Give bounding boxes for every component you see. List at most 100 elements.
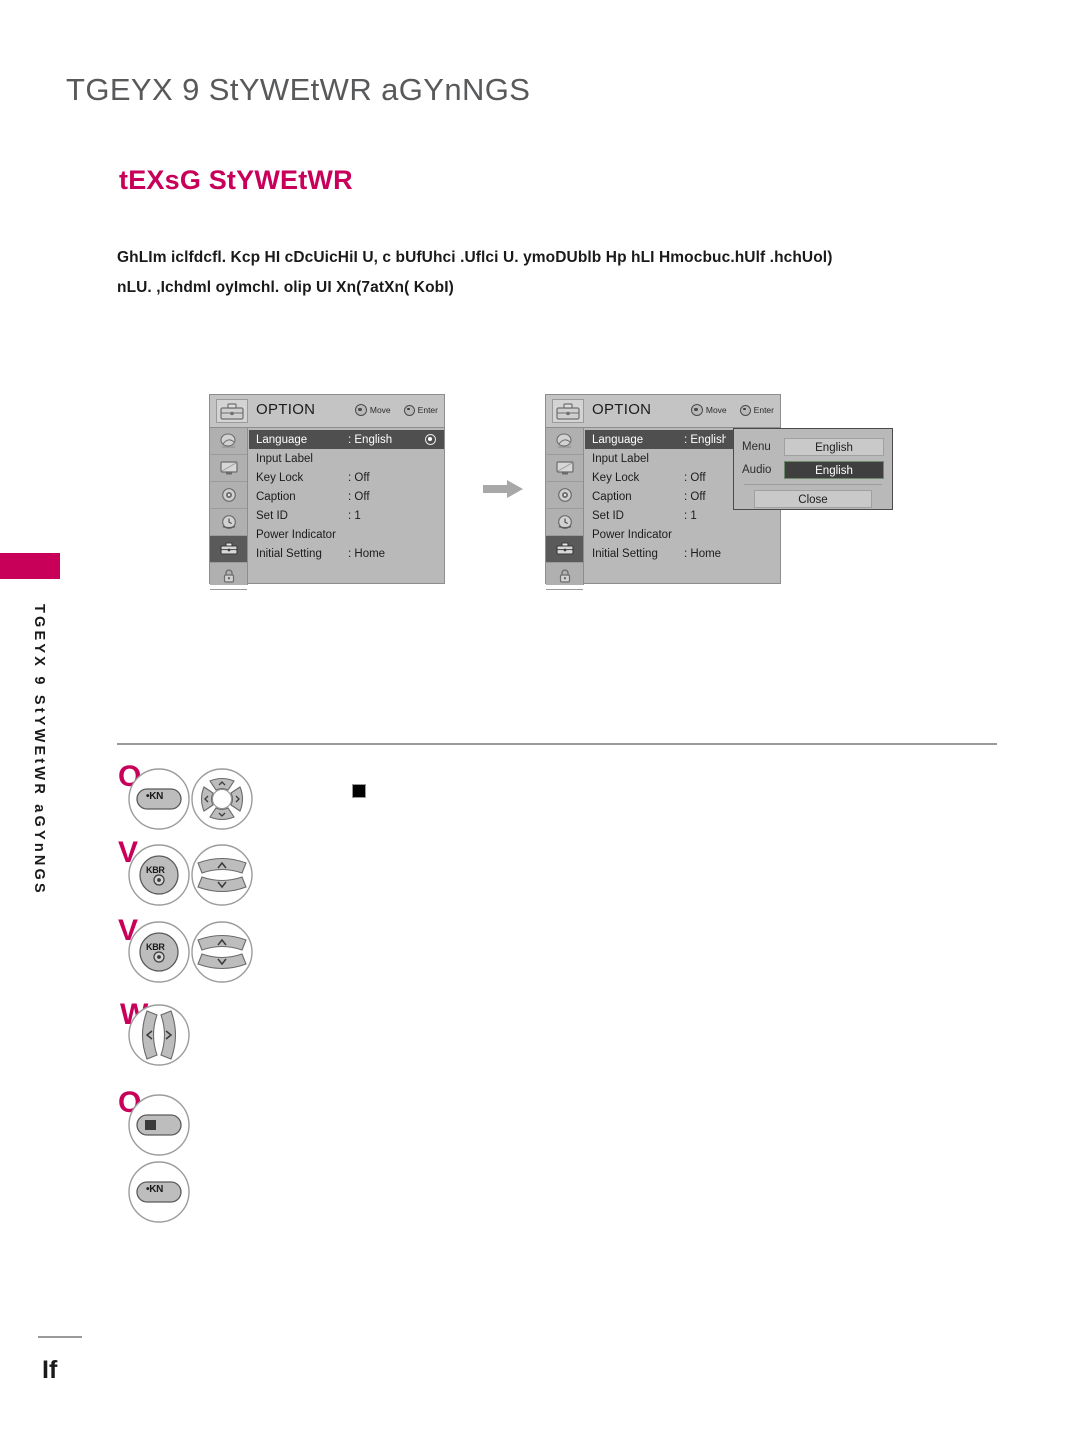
osd-hint-move: Move xyxy=(354,404,391,416)
time-icon-glyph xyxy=(219,514,239,530)
osd-hints-2: Move Enter xyxy=(690,404,774,416)
osd-row-value: : 1 xyxy=(348,509,361,522)
osd-header: OPTION Move Enter xyxy=(210,395,444,428)
osd-row-label: Power Indicator xyxy=(592,528,672,541)
osd-row-label: Input Label xyxy=(256,452,313,465)
audio-icon[interactable] xyxy=(210,482,247,509)
remote-enter-button-label-2: KBR xyxy=(146,942,165,952)
lock-icon-glyph xyxy=(219,568,239,584)
language-audio-row: Audio English xyxy=(742,459,884,480)
osd-hints: Move Enter xyxy=(354,404,438,416)
osd-row-label: Power Indicator xyxy=(256,528,336,541)
osd-enter-label-2: Enter xyxy=(753,405,774,415)
remote-leftright-rocker[interactable] xyxy=(127,1003,191,1072)
audio-icon-glyph xyxy=(219,487,239,503)
osd-title: OPTION xyxy=(256,401,316,418)
step-bullet-square xyxy=(352,784,366,798)
remote-menu-button-label-1: •KN xyxy=(146,791,164,802)
footer-divider xyxy=(38,1336,82,1338)
osd-row[interactable]: Initial Setting: Home xyxy=(585,544,780,563)
osd-icon-column-2 xyxy=(546,428,584,590)
osd-enter-label: Enter xyxy=(417,405,438,415)
audio-icon[interactable] xyxy=(546,482,583,509)
language-popup: Menu English Audio English Close xyxy=(733,428,893,510)
option-icon[interactable] xyxy=(210,536,247,563)
language-audio-value[interactable]: English xyxy=(784,460,884,479)
option-icon-glyph xyxy=(555,541,575,557)
osd-hint-move-2: Move xyxy=(690,404,727,416)
osd-row-value: : Off xyxy=(348,471,370,484)
screen-icon[interactable] xyxy=(546,455,583,482)
osd-row-label: Input Label xyxy=(592,452,649,465)
language-audio-label: Audio xyxy=(742,463,772,476)
osd-row-value: : 1 xyxy=(684,509,697,522)
osd-row-value: : Off xyxy=(348,490,370,503)
time-icon[interactable] xyxy=(210,509,247,536)
picture-icon[interactable] xyxy=(546,428,583,455)
osd-row-value: : English xyxy=(684,433,726,446)
body-line-2: nLU. ,Ichdml oyImchl. olip UI Xn(7atXn( … xyxy=(117,279,454,296)
osd-row[interactable]: Initial Setting : Home xyxy=(249,544,444,563)
osd-move-label-2: Move xyxy=(705,405,727,415)
remote-enter-button-2[interactable] xyxy=(127,920,191,989)
osd-row-label: Key Lock xyxy=(256,471,304,484)
screen-icon-glyph xyxy=(555,460,575,476)
section-title: tEXsG StYWEtWR xyxy=(119,165,353,195)
time-icon-glyph xyxy=(555,514,575,530)
remote-enter-button-label-1: KBR xyxy=(146,865,165,875)
osd-panel-before: OPTION Move Enter Language: English Inp… xyxy=(209,394,445,590)
remote-dpad-4way[interactable] xyxy=(190,767,254,836)
picture-icon-glyph xyxy=(219,433,239,449)
remote-enter-button-1[interactable] xyxy=(127,843,191,912)
page-number: If xyxy=(42,1356,58,1384)
language-popup-divider xyxy=(744,484,882,485)
remote-updown-rocker-2[interactable] xyxy=(190,920,254,989)
osd-row-label: Set ID xyxy=(256,509,288,522)
lock-icon[interactable] xyxy=(546,563,583,590)
osd-row[interactable]: Input Label xyxy=(249,449,444,468)
osd-row[interactable]: Key Lock : Off xyxy=(249,468,444,487)
osd-row-label: Initial Setting xyxy=(592,547,658,560)
option-icon-glyph xyxy=(219,541,239,557)
lock-icon-glyph xyxy=(555,568,575,584)
screen-icon-glyph xyxy=(219,460,239,476)
screen-icon[interactable] xyxy=(210,455,247,482)
option-toolbox-icon xyxy=(552,399,584,423)
osd-header-2: OPTION Move Enter xyxy=(546,395,780,428)
dpad-icon xyxy=(690,404,703,416)
osd-row[interactable]: Power Indicator xyxy=(249,525,444,544)
chapter-tab-marker xyxy=(0,553,60,579)
flow-arrow-icon xyxy=(481,477,525,501)
audio-icon-glyph xyxy=(555,487,575,503)
osd-hint-enter-2: Enter xyxy=(739,404,774,416)
lock-icon[interactable] xyxy=(210,563,247,590)
osd-row[interactable]: Power Indicator xyxy=(585,525,780,544)
osd-row[interactable]: Set ID : 1 xyxy=(249,506,444,525)
remote-menu-button-label-2: •KN xyxy=(146,1184,164,1195)
osd-hint-enter: Enter xyxy=(403,404,438,416)
language-menu-label: Menu xyxy=(742,440,771,453)
page-title: TGEYX 9 StYWEtWR aGYnNGS xyxy=(66,72,531,107)
osd-body: Language: English Input Label Key Lock : Of… xyxy=(210,428,444,590)
osd-row-label: Initial Setting xyxy=(256,547,322,560)
body-paragraph: GhLIm iclfdcfl. Kcp HI cDcUicHiI U, c bU… xyxy=(117,243,917,303)
osd-row-label: Caption xyxy=(592,490,632,503)
time-icon[interactable] xyxy=(546,509,583,536)
remote-updown-rocker-1[interactable] xyxy=(190,843,254,912)
osd-row[interactable]: Caption: Off xyxy=(249,487,444,506)
osd-menu-rows: Language: English Input Label Key Lock : Of… xyxy=(249,428,444,563)
osd-row-value: : Home xyxy=(348,547,386,560)
picture-icon[interactable] xyxy=(210,428,247,455)
osd-row[interactable]: Language: English xyxy=(249,430,444,449)
osd-icon-column xyxy=(210,428,248,590)
enter-icon xyxy=(739,404,751,416)
option-toolbox-icon xyxy=(216,399,248,423)
language-close-button[interactable]: Close xyxy=(754,490,872,508)
chapter-side-label: TGEYX 9 StYWEtWR aGYnNGS xyxy=(31,604,47,896)
osd-row-label: Language xyxy=(256,433,308,446)
option-icon[interactable] xyxy=(546,536,583,563)
osd-row-radio-icon xyxy=(425,434,436,445)
remote-exit-button[interactable] xyxy=(127,1093,191,1162)
language-menu-value[interactable]: English xyxy=(784,437,884,456)
picture-icon-glyph xyxy=(555,433,575,449)
